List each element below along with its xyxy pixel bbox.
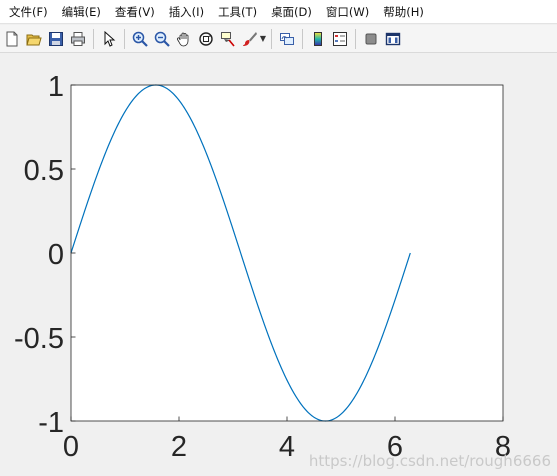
show-plot-tools-icon[interactable] xyxy=(383,29,403,49)
y-tick-label: 0.5 xyxy=(24,155,64,187)
x-tick-label: 0 xyxy=(63,431,79,463)
menu-desktop[interactable]: 桌面(D) xyxy=(264,1,319,23)
menu-tools[interactable]: 工具(T) xyxy=(211,1,264,23)
rotate-3d-icon[interactable] xyxy=(196,29,216,49)
data-cursor-icon[interactable] xyxy=(218,29,238,49)
open-file-icon[interactable] xyxy=(24,29,44,49)
y-axis-tick-labels: 1 0.5 0 -0.5 -1 xyxy=(14,71,64,439)
link-plot-icon[interactable] xyxy=(277,29,297,49)
toolbar-separator xyxy=(355,28,356,49)
menu-help[interactable]: 帮助(H) xyxy=(376,1,431,23)
toolbar-separator xyxy=(93,28,94,49)
menu-insert[interactable]: 插入(I) xyxy=(162,1,211,23)
y-tick-label: 1 xyxy=(48,71,64,103)
toolbar-separator xyxy=(271,28,272,49)
menu-view[interactable]: 查看(V) xyxy=(108,1,162,23)
pan-hand-icon[interactable] xyxy=(174,29,194,49)
figure-canvas[interactable]: 0 2 4 6 8 1 0.5 0 -0.5 -1 https://blog.c… xyxy=(0,54,557,476)
y-tick-label: -0.5 xyxy=(14,323,64,355)
print-icon[interactable] xyxy=(68,29,88,49)
zoom-out-icon[interactable] xyxy=(152,29,172,49)
save-icon[interactable] xyxy=(46,29,66,49)
axes-background xyxy=(71,85,503,421)
insert-colorbar-icon[interactable] xyxy=(308,29,328,49)
brush-dropdown-chevron-icon[interactable]: ▼ xyxy=(259,34,267,43)
toolbar-separator xyxy=(124,28,125,49)
edit-plot-arrow-icon[interactable] xyxy=(99,29,119,49)
y-tick-label: 0 xyxy=(48,239,64,271)
menubar: 文件(F) 编辑(E) 查看(V) 插入(I) 工具(T) 桌面(D) 窗口(W… xyxy=(0,0,557,24)
hide-plot-tools-icon[interactable] xyxy=(361,29,381,49)
sine-plot[interactable]: 0 2 4 6 8 1 0.5 0 -0.5 -1 xyxy=(0,54,557,476)
menu-edit[interactable]: 编辑(E) xyxy=(55,1,108,23)
x-tick-label: 4 xyxy=(279,431,295,463)
brush-icon[interactable] xyxy=(240,29,260,49)
toolbar-separator xyxy=(302,28,303,49)
x-tick-label: 2 xyxy=(171,431,187,463)
y-tick-label: -1 xyxy=(38,407,64,439)
watermark-text: https://blog.csdn.net/rough6666 xyxy=(308,452,551,470)
menu-file[interactable]: 文件(F) xyxy=(2,1,55,23)
figure-toolbar: ▼ xyxy=(0,25,557,53)
menu-window[interactable]: 窗口(W) xyxy=(319,1,376,23)
new-figure-icon[interactable] xyxy=(2,29,22,49)
insert-legend-icon[interactable] xyxy=(330,29,350,49)
zoom-in-icon[interactable] xyxy=(130,29,150,49)
